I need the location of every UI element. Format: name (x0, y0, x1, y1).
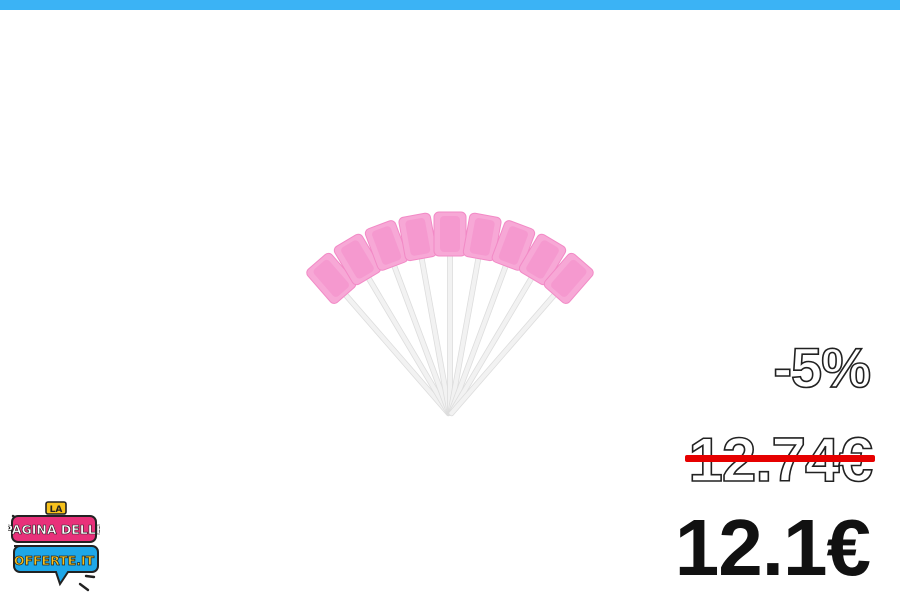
old-price-group: 12.74€ (685, 429, 875, 492)
strikethrough-line (685, 455, 875, 462)
logo-line2: PAGINA DELLE (8, 522, 100, 537)
top-accent-bar (0, 0, 900, 10)
logo-line1: LA (50, 505, 63, 515)
offer-card: -5% 12.74€ 12.1€ LA PAGINA DELLE OFFERTE… (0, 0, 900, 600)
logo-line3: OFFERTE.IT (14, 553, 95, 568)
site-logo: LA PAGINA DELLE OFFERTE.IT (8, 501, 100, 592)
discount-badge: -5% (773, 336, 872, 399)
new-price: 12.1€ (674, 503, 871, 592)
product-image (306, 211, 594, 417)
